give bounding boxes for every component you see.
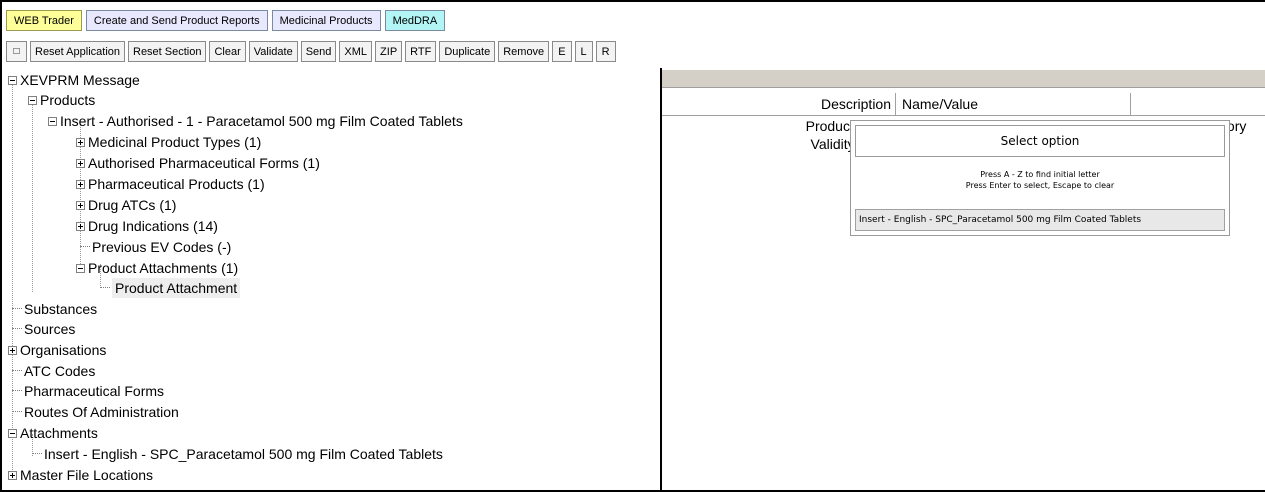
tree-node-label: Insert - Authorised - 1 - Paracetamol 50…	[60, 113, 463, 129]
tree-node-label: Authorised Pharmaceutical Forms (1)	[88, 155, 320, 171]
tree-connector	[12, 411, 22, 413]
tree-node-label: Pharmaceutical Products (1)	[88, 176, 265, 192]
tab-create-send-reports[interactable]: Create and Send Product Reports	[85, 10, 268, 31]
tree-node-label: Routes Of Administration	[24, 404, 179, 420]
tree-connector	[100, 287, 110, 289]
tree-node-master-file-locations[interactable]: Master File Locations	[8, 465, 153, 485]
tree-node-product-attachment[interactable]: Product Attachment	[100, 278, 241, 298]
detail-grid-header: Description Name/Value	[662, 93, 1265, 116]
collapse-icon[interactable]	[8, 428, 17, 438]
tree-node-previous-ev-codes[interactable]: Previous EV Codes (-)	[80, 237, 231, 257]
popup-help-line: Press Enter to select, Escape to clear	[965, 181, 1115, 190]
tree-node-substances[interactable]: Substances	[12, 299, 97, 319]
collapse-icon[interactable]	[28, 95, 37, 105]
expand-icon[interactable]	[76, 158, 85, 168]
tree-node-products[interactable]: Products	[28, 90, 95, 110]
tree-node-label: ATC Codes	[24, 363, 96, 379]
tree-node-label: Previous EV Codes (-)	[92, 239, 232, 255]
tree-node-root[interactable]: XEVPRM Message	[8, 70, 140, 90]
tree-node-label: Product Attachments (1)	[88, 260, 239, 276]
tree-node-drug-atcs[interactable]: Drug ATCs (1)	[76, 195, 176, 215]
tree-connector	[12, 370, 22, 372]
tree-node-label: Organisations	[20, 342, 107, 358]
tree-node-pharmaceutical-products[interactable]: Pharmaceutical Products (1)	[76, 174, 265, 194]
tree-node-label: Products	[40, 92, 96, 108]
reset-section-button[interactable]: Reset Section	[128, 41, 207, 62]
tree-node-label: Insert - English - SPC_Paracetamol 500 m…	[44, 446, 443, 462]
top-tabs: WEB Trader Create and Send Product Repor…	[6, 10, 446, 31]
tree-node-routes-of-administration[interactable]: Routes Of Administration	[12, 402, 179, 422]
tree-connector	[32, 453, 42, 455]
tree-node-label: Drug ATCs (1)	[88, 197, 177, 213]
xml-button[interactable]: XML	[339, 41, 373, 62]
popup-help-line: Press A - Z to find initial letter	[980, 170, 1100, 179]
tree-connector	[12, 308, 22, 310]
tree-node-product-attachments[interactable]: Product Attachments (1)	[76, 258, 238, 278]
tree-node-label: Substances	[24, 301, 98, 317]
tree-node-label: XEVPRM Message	[20, 72, 140, 88]
reset-application-button[interactable]: Reset Application	[30, 41, 125, 62]
clear-button[interactable]: Clear	[209, 41, 246, 62]
tree-node-pharmaceutical-forms[interactable]: Pharmaceutical Forms	[12, 381, 164, 401]
remove-button[interactable]: Remove	[498, 41, 550, 62]
r-button[interactable]: R	[595, 41, 616, 62]
tree-node-insert-product[interactable]: Insert - Authorised - 1 - Paracetamol 50…	[48, 111, 463, 131]
popup-option-item[interactable]: Insert - English - SPC_Paracetamol 500 m…	[855, 209, 1225, 231]
expand-icon[interactable]	[76, 200, 85, 210]
expand-icon[interactable]	[8, 345, 17, 355]
tree-node-atc-codes[interactable]: ATC Codes	[12, 361, 95, 381]
detail-header-bar	[662, 70, 1265, 88]
e-button[interactable]: E	[552, 41, 572, 62]
tree-node-label: Attachments	[20, 425, 98, 441]
tree-connector	[12, 390, 22, 392]
tab-medicinal-products[interactable]: Medicinal Products	[271, 10, 381, 31]
expand-icon[interactable]	[8, 470, 17, 480]
collapse-icon[interactable]	[8, 75, 17, 85]
toolbar: □ Reset Application Reset Section Clear …	[6, 41, 616, 62]
tree-connector	[80, 246, 90, 248]
tree-node-sources[interactable]: Sources	[12, 319, 75, 339]
tree-node-medicinal-product-types[interactable]: Medicinal Product Types (1)	[76, 132, 261, 152]
expand-icon[interactable]	[76, 179, 85, 189]
tree-node-organisations[interactable]: Organisations	[8, 340, 106, 360]
expand-icon[interactable]	[76, 221, 85, 231]
tree-guide-line	[32, 104, 33, 292]
tree-node-label: Drug Indications (14)	[88, 218, 218, 234]
expand-icon[interactable]	[76, 137, 85, 147]
validate-button[interactable]: Validate	[248, 41, 298, 62]
select-option-popup: Select option Press A - Z to find initia…	[850, 120, 1230, 236]
tree-node-drug-indications[interactable]: Drug Indications (14)	[76, 216, 218, 236]
column-header-description[interactable]: Description	[662, 93, 896, 115]
collapse-icon[interactable]	[76, 263, 85, 273]
popup-help-text: Press A - Z to find initial letter Press…	[851, 169, 1229, 191]
l-button[interactable]: L	[574, 41, 593, 62]
tree-node-label: Sources	[24, 321, 76, 337]
tree-node-insert-attachment[interactable]: Insert - English - SPC_Paracetamol 500 m…	[32, 444, 443, 464]
duplicate-button[interactable]: Duplicate	[439, 41, 496, 62]
tree-node-label: Pharmaceutical Forms	[24, 383, 165, 399]
tree-connector	[12, 328, 22, 330]
rtf-button[interactable]: RTF	[405, 41, 437, 62]
tab-meddra[interactable]: MedDRA	[384, 10, 446, 31]
window-toggle-icon[interactable]: □	[6, 41, 27, 62]
tree-node-label: Medicinal Product Types (1)	[88, 134, 262, 150]
popup-title: Select option	[855, 125, 1225, 157]
collapse-icon[interactable]	[48, 116, 57, 126]
tree-node-label: Master File Locations	[20, 467, 154, 483]
tree-node-label-selected: Product Attachment	[112, 278, 241, 298]
zip-button[interactable]: ZIP	[375, 41, 403, 62]
tab-web-trader[interactable]: WEB Trader	[6, 10, 82, 31]
tree-node-attachments[interactable]: Attachments	[8, 423, 98, 443]
column-header-name-value[interactable]: Name/Value	[898, 93, 1131, 115]
tree-node-authorised-pharmaceutical-forms[interactable]: Authorised Pharmaceutical Forms (1)	[76, 153, 320, 173]
send-button[interactable]: Send	[300, 41, 337, 62]
